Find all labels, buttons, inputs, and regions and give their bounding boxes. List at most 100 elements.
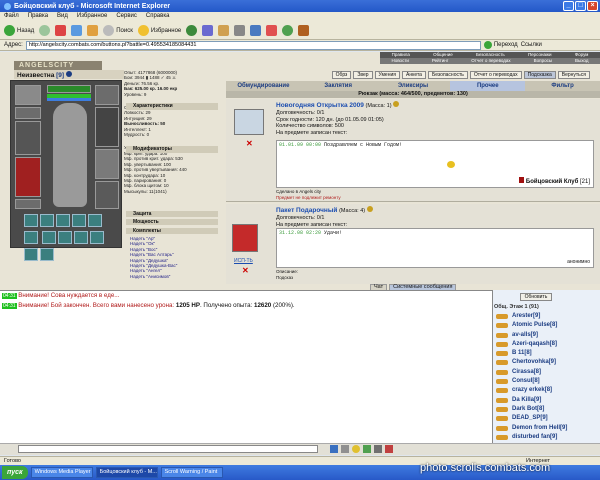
weapon-slot[interactable] xyxy=(15,121,41,155)
item-action-link[interactable]: ИСП-ТЬ xyxy=(234,258,253,264)
delete-icon[interactable]: ✕ xyxy=(242,266,249,275)
smile-icon[interactable] xyxy=(352,445,360,453)
nav-rating[interactable]: Рейтинг xyxy=(432,58,449,64)
close-button[interactable]: × xyxy=(587,1,598,11)
task-browser[interactable]: Бойцовский клуб - M... xyxy=(95,467,158,478)
postcard-image[interactable] xyxy=(234,109,264,135)
section-protection[interactable]: Защита xyxy=(126,211,218,217)
belt-slot-6[interactable] xyxy=(24,231,38,244)
messenger-icon[interactable] xyxy=(282,25,294,36)
belt-slot-1[interactable] xyxy=(24,214,38,227)
settings-icon[interactable] xyxy=(374,445,382,453)
menu-favorites[interactable]: Избранное xyxy=(77,13,107,21)
belt-slot-10[interactable] xyxy=(89,231,104,244)
send-icon[interactable] xyxy=(330,445,338,453)
player-item[interactable]: Azeri-qaqash[8] xyxy=(494,340,598,349)
boots-slot[interactable] xyxy=(95,181,119,209)
chat-log[interactable]: 04:31 Внимание! Сова нуждается в еде... … xyxy=(0,290,492,443)
btn-skills[interactable]: Умения xyxy=(374,71,400,79)
tab-equipment[interactable]: Обмундирование xyxy=(226,81,301,91)
btn-profile[interactable]: Анкета xyxy=(401,71,426,79)
gloves-slot[interactable] xyxy=(95,85,119,105)
minimize-button[interactable]: _ xyxy=(563,1,574,11)
belt-slot[interactable] xyxy=(15,199,41,209)
item-name[interactable]: Новогодняя Открытка 2009 xyxy=(276,102,364,109)
menu-edit[interactable]: Правка xyxy=(28,13,48,21)
belt-slot-8[interactable] xyxy=(57,231,72,244)
go-button[interactable]: Переход xyxy=(483,41,518,49)
media-icon[interactable] xyxy=(186,25,198,36)
info-icon[interactable] xyxy=(65,71,72,77)
nav-transfers[interactable]: Отчет о переводах xyxy=(471,58,510,64)
task-media-player[interactable]: Windows Media Player xyxy=(30,467,93,478)
refresh-button[interactable]: Обновить xyxy=(520,293,552,301)
exit-icon[interactable] xyxy=(385,445,393,453)
player-item[interactable]: Dark Bot[8] xyxy=(494,405,598,414)
nav-questions[interactable]: Вопросы xyxy=(534,58,552,64)
player-item[interactable]: B 11[8] xyxy=(494,349,598,358)
player-item[interactable]: av-alls[9] xyxy=(494,331,598,340)
refresh-icon[interactable] xyxy=(71,25,83,36)
btn-beast[interactable]: Звер xyxy=(353,71,373,79)
gift-bag-image[interactable] xyxy=(232,224,258,252)
belt-slot-12[interactable] xyxy=(40,248,54,261)
edit-icon[interactable] xyxy=(250,25,262,36)
section-modifiers[interactable]: Модификаторы xyxy=(126,146,218,153)
forward-arrow-icon[interactable] xyxy=(39,25,51,36)
player-item[interactable]: DEAD_SP[9] xyxy=(494,414,598,423)
chat-input[interactable] xyxy=(18,445,318,453)
player-item[interactable]: crazy erkek[8] xyxy=(494,386,598,395)
bracers-slot[interactable] xyxy=(95,149,119,179)
player-item[interactable]: Consul[8] xyxy=(494,377,598,386)
history-icon[interactable] xyxy=(202,25,214,36)
filter-icon[interactable] xyxy=(363,445,371,453)
belt-slot-11[interactable] xyxy=(24,248,38,261)
player-item[interactable]: disturbed fan[9] xyxy=(494,433,598,442)
search-button[interactable]: Поиск xyxy=(103,25,133,36)
btn-security[interactable]: Безопасность xyxy=(427,71,468,79)
item-name[interactable]: Пакет Подарочный xyxy=(276,207,337,214)
belt-slot-3[interactable] xyxy=(56,214,70,227)
tab-spells[interactable]: Заклятия xyxy=(301,81,376,91)
belt-slot-4[interactable] xyxy=(72,214,86,227)
nav-news[interactable]: Новости xyxy=(391,58,408,64)
print-icon[interactable] xyxy=(234,25,246,36)
clear-icon[interactable] xyxy=(341,445,349,453)
stop-icon[interactable] xyxy=(55,25,67,36)
links-label[interactable]: Ссылки xyxy=(521,42,542,48)
nav-exit[interactable]: Выход xyxy=(575,58,588,64)
menu-tools[interactable]: Сервис xyxy=(116,13,137,21)
shield-slot[interactable] xyxy=(95,107,119,147)
favorites-button[interactable]: Избранное xyxy=(137,25,181,36)
maximize-button[interactable]: □ xyxy=(575,1,586,11)
btn-transfers[interactable]: Отчет о переводах xyxy=(469,71,522,79)
discuss-icon[interactable] xyxy=(266,25,278,36)
section-power[interactable]: Мощность xyxy=(126,219,218,225)
player-item[interactable]: Da Killa[9] xyxy=(494,396,598,405)
home-icon[interactable] xyxy=(87,25,99,36)
btn-return[interactable]: Вернуться xyxy=(557,71,590,79)
armor-slot[interactable] xyxy=(15,157,41,197)
section-sets[interactable]: Комплекты xyxy=(126,228,218,234)
address-input[interactable] xyxy=(25,40,481,50)
mail-icon[interactable] xyxy=(218,25,230,36)
belt-slot-9[interactable] xyxy=(73,231,88,244)
btn-hint[interactable]: Подсказка xyxy=(523,71,556,79)
btn-image[interactable]: Обрз xyxy=(331,71,352,79)
necklace-slot[interactable] xyxy=(15,107,41,119)
tab-elixirs[interactable]: Эликсиры xyxy=(376,81,451,91)
section-characteristics[interactable]: Характеристики xyxy=(126,103,218,110)
menu-help[interactable]: Справка xyxy=(146,13,170,21)
sender-name[interactable]: Бойцовский Клуб xyxy=(526,179,578,185)
ring-slots[interactable] xyxy=(47,85,91,93)
delete-icon[interactable]: ✕ xyxy=(246,139,253,148)
belt-slot-7[interactable] xyxy=(41,231,56,244)
task-paint[interactable]: Scroll Warning / Paint xyxy=(160,467,223,478)
menu-file[interactable]: Файл xyxy=(4,13,19,21)
set-link[interactable]: Надеть "Анисимов" xyxy=(130,274,220,279)
player-item[interactable]: Demon from Hell[9] xyxy=(494,424,598,433)
player-item[interactable]: Chertovohka[9] xyxy=(494,358,598,367)
menu-view[interactable]: Вид xyxy=(57,13,68,21)
toolbar-extra-icon[interactable] xyxy=(298,25,310,36)
tab-other[interactable]: Прочее xyxy=(450,81,526,91)
